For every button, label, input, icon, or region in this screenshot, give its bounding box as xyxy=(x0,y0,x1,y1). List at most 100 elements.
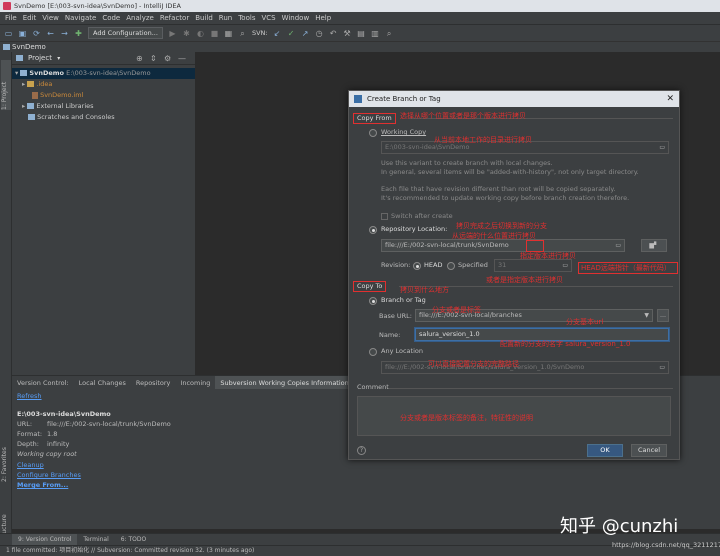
tab-working-copies-info[interactable]: Subversion Working Copies Information xyxy=(215,376,354,389)
tree-node-idea[interactable]: ▸ .idea xyxy=(22,79,52,90)
annotation-revision-box xyxy=(526,240,544,252)
help-icon[interactable]: ? xyxy=(357,446,366,455)
depth-label: Depth: xyxy=(17,440,39,448)
tree-node-external-libraries[interactable]: ▸ External Libraries xyxy=(22,101,94,112)
dialog-title-bar: Create Branch or Tag ✕ xyxy=(349,91,679,107)
annotation-working-copy: 从当前本地工作的目录进行拷贝 xyxy=(434,136,532,144)
format-value: 1.8 xyxy=(47,430,58,438)
build-hammer-icon[interactable]: ✚ xyxy=(74,29,83,38)
create-branch-dialog: Create Branch or Tag ✕ Copy From Working… xyxy=(348,90,680,460)
cleanup-link[interactable]: Cleanup xyxy=(17,460,44,470)
svn-compare-icon[interactable]: ↗ xyxy=(301,29,310,38)
gear-icon[interactable]: ⚙ xyxy=(164,52,171,65)
tree-node-label: SvnDemo xyxy=(29,69,65,77)
menu-tools[interactable]: Tools xyxy=(235,12,258,24)
refresh-link[interactable]: Refresh xyxy=(17,391,42,401)
hide-panel-icon[interactable]: — xyxy=(178,52,186,65)
menu-code[interactable]: Code xyxy=(99,12,123,24)
branch-or-tag-radio[interactable] xyxy=(369,297,377,305)
locate-target-icon[interactable]: ⊕ xyxy=(136,52,143,65)
annotation-comment: 分支或者是版本标签的备注，特征性的说明 xyxy=(400,414,533,422)
project-settings-icon[interactable]: ▤ xyxy=(357,29,366,38)
chevron-down-icon[interactable]: ▼ xyxy=(644,310,649,321)
configure-branches-link[interactable]: Configure Branches xyxy=(17,470,81,480)
tab-local-changes[interactable]: Local Changes xyxy=(74,376,131,389)
collapse-arrow-icon[interactable]: ▸ xyxy=(22,102,25,110)
sync-icon[interactable]: ⟳ xyxy=(32,29,41,38)
any-location-radio[interactable] xyxy=(369,348,377,356)
save-icon[interactable]: ▣ xyxy=(18,29,27,38)
working-copy-radio[interactable] xyxy=(369,129,377,137)
wc-description-4: It's recommended to update working copy … xyxy=(381,194,630,202)
repository-url-value: file:///E:/002-svn-local/trunk/SvnDemo xyxy=(385,241,509,249)
tab-repository[interactable]: Repository xyxy=(131,376,176,389)
folder-browse-icon: ▭ xyxy=(659,144,665,151)
menu-run[interactable]: Run xyxy=(216,12,235,24)
sdk-icon[interactable]: ▥ xyxy=(371,29,380,38)
base-url-browse-button[interactable]: … xyxy=(657,309,669,322)
annotation-copy-from: 选择从哪个位置或者是那个版本进行拷贝 xyxy=(400,112,526,120)
base-url-label: Base URL: xyxy=(379,312,412,320)
add-configuration-button[interactable]: Add Configuration... xyxy=(88,27,163,39)
browse-repository-icon[interactable]: ▆▘ xyxy=(641,239,667,252)
specified-radio[interactable] xyxy=(447,262,455,270)
collapse-all-icon[interactable]: ⇕ xyxy=(150,52,157,65)
specified-label: Specified xyxy=(458,261,488,269)
search-icon[interactable]: ⌕ xyxy=(238,29,247,38)
back-arrow-icon[interactable]: ← xyxy=(46,29,55,38)
working-copy-root-note: Working copy root xyxy=(17,450,77,458)
open-folder-icon[interactable]: ▭ xyxy=(4,29,13,38)
tool-tab-project[interactable]: 1: Project xyxy=(1,60,11,110)
project-structure-icon[interactable]: ▦ xyxy=(224,29,233,38)
run-icon[interactable]: ▶ xyxy=(168,29,177,38)
svn-commit-icon[interactable]: ✓ xyxy=(287,29,296,38)
menu-file[interactable]: File xyxy=(2,12,20,24)
switch-after-create-checkbox[interactable] xyxy=(381,213,388,220)
close-icon[interactable]: ✕ xyxy=(666,91,674,107)
merge-from-link[interactable]: Merge From... xyxy=(17,480,68,490)
menu-vcs[interactable]: VCS xyxy=(258,12,278,24)
debug-icon[interactable]: ✱ xyxy=(182,29,191,38)
tab-todo[interactable]: 6: TODO xyxy=(115,534,152,545)
project-view-selector[interactable]: Project xyxy=(28,54,52,62)
forward-arrow-icon[interactable]: → xyxy=(60,29,69,38)
coverage-icon[interactable]: ◐ xyxy=(196,29,205,38)
tree-node-path: E:\003-svn-idea\SvnDemo xyxy=(66,69,151,77)
browse-revisions-icon: ▭ xyxy=(562,262,568,269)
collapse-arrow-icon[interactable]: ▸ xyxy=(22,80,25,88)
repository-location-radio[interactable] xyxy=(369,226,377,234)
help-search-icon[interactable]: ⌕ xyxy=(385,29,394,38)
settings-wrench-icon[interactable]: ⚒ xyxy=(343,29,352,38)
chevron-down-icon[interactable]: ▾ xyxy=(57,55,60,62)
history-clock-icon[interactable]: ◷ xyxy=(315,29,324,38)
cancel-button[interactable]: Cancel xyxy=(631,444,667,457)
working-copy-label: Working Copy xyxy=(381,128,427,136)
tab-terminal[interactable]: Terminal xyxy=(77,534,114,545)
folder-browse-icon[interactable]: ▭ xyxy=(615,240,621,251)
menu-refactor[interactable]: Refactor xyxy=(157,12,192,24)
expand-arrow-icon[interactable]: ▾ xyxy=(15,69,18,77)
menu-edit[interactable]: Edit xyxy=(20,12,40,24)
menu-view[interactable]: View xyxy=(39,12,62,24)
tree-node-scratches[interactable]: Scratches and Consoles xyxy=(28,112,115,123)
head-radio[interactable] xyxy=(413,262,421,270)
main-toolbar: ▭ ▣ ⟳ ← → ✚ Add Configuration... ▶ ✱ ◐ ■… xyxy=(0,24,720,41)
menu-analyze[interactable]: Analyze xyxy=(123,12,157,24)
svn-update-icon[interactable]: ↙ xyxy=(273,29,282,38)
annotation-revision: 指定版本进行拷贝 xyxy=(520,252,576,260)
menu-window[interactable]: Window xyxy=(279,12,313,24)
stop-icon[interactable]: ■ xyxy=(210,29,219,38)
project-folder-icon xyxy=(3,44,10,50)
menu-navigate[interactable]: Navigate xyxy=(62,12,99,24)
iml-file-icon xyxy=(32,91,38,99)
breadcrumb-project[interactable]: SvnDemo xyxy=(12,43,46,51)
tree-node-iml-file[interactable]: SvnDemo.iml xyxy=(32,90,83,101)
menu-help[interactable]: Help xyxy=(312,12,334,24)
revert-icon[interactable]: ↶ xyxy=(329,29,338,38)
tab-version-control[interactable]: 9: Version Control xyxy=(12,534,78,545)
tree-node-svndemo[interactable]: ▾ SvnDemo E:\003-svn-idea\SvnDemo xyxy=(12,68,195,79)
tab-incoming[interactable]: Incoming xyxy=(175,376,215,389)
tool-tab-favorites[interactable]: 2: Favorites xyxy=(1,432,11,482)
ok-button[interactable]: OK xyxy=(587,444,623,457)
menu-build[interactable]: Build xyxy=(192,12,216,24)
